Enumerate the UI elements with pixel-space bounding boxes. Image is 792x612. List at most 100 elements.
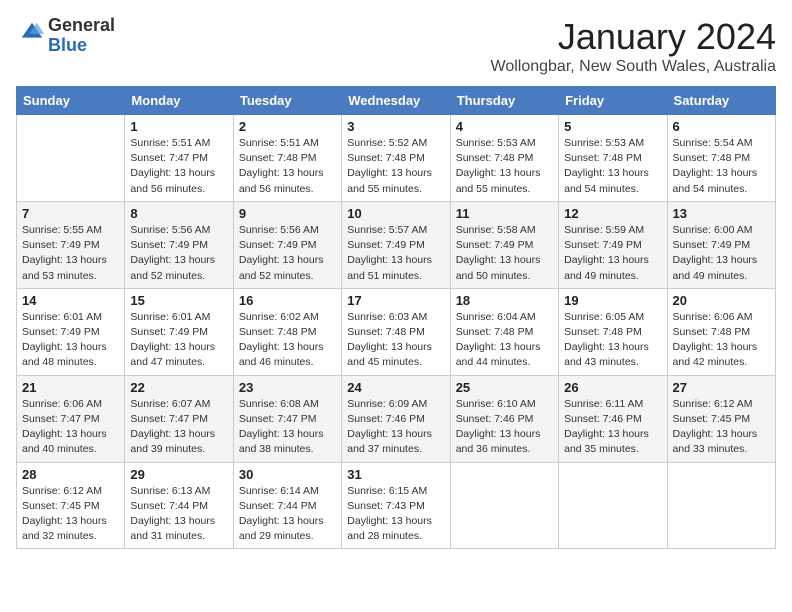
cell-info: Sunrise: 5:52 AMSunset: 7:48 PMDaylight:… xyxy=(347,137,432,195)
calendar-cell: 14 Sunrise: 6:01 AMSunset: 7:49 PMDaylig… xyxy=(17,288,125,375)
logo-icon xyxy=(18,19,46,47)
cell-date: 24 xyxy=(347,380,444,395)
month-title: January 2024 xyxy=(491,16,776,58)
cell-info: Sunrise: 6:11 AMSunset: 7:46 PMDaylight:… xyxy=(564,398,649,456)
calendar-cell: 19 Sunrise: 6:05 AMSunset: 7:48 PMDaylig… xyxy=(559,288,667,375)
calendar-cell: 10 Sunrise: 5:57 AMSunset: 7:49 PMDaylig… xyxy=(342,201,450,288)
cell-date: 12 xyxy=(564,206,661,221)
week-row-1: 1 Sunrise: 5:51 AMSunset: 7:47 PMDayligh… xyxy=(17,115,776,202)
cell-info: Sunrise: 5:57 AMSunset: 7:49 PMDaylight:… xyxy=(347,224,432,282)
calendar-cell xyxy=(450,462,558,549)
calendar-cell: 5 Sunrise: 5:53 AMSunset: 7:48 PMDayligh… xyxy=(559,115,667,202)
cell-date: 15 xyxy=(130,293,227,308)
cell-info: Sunrise: 6:06 AMSunset: 7:47 PMDaylight:… xyxy=(22,398,107,456)
calendar-cell: 31 Sunrise: 6:15 AMSunset: 7:43 PMDaylig… xyxy=(342,462,450,549)
cell-info: Sunrise: 6:09 AMSunset: 7:46 PMDaylight:… xyxy=(347,398,432,456)
cell-info: Sunrise: 6:03 AMSunset: 7:48 PMDaylight:… xyxy=(347,311,432,369)
calendar-cell: 9 Sunrise: 5:56 AMSunset: 7:49 PMDayligh… xyxy=(233,201,341,288)
calendar-cell xyxy=(559,462,667,549)
calendar-table: SundayMondayTuesdayWednesdayThursdayFrid… xyxy=(16,86,776,549)
day-header-friday: Friday xyxy=(559,87,667,115)
calendar-cell: 21 Sunrise: 6:06 AMSunset: 7:47 PMDaylig… xyxy=(17,375,125,462)
cell-info: Sunrise: 6:12 AMSunset: 7:45 PMDaylight:… xyxy=(22,485,107,543)
cell-date: 20 xyxy=(673,293,770,308)
cell-info: Sunrise: 5:56 AMSunset: 7:49 PMDaylight:… xyxy=(130,224,215,282)
cell-info: Sunrise: 6:12 AMSunset: 7:45 PMDaylight:… xyxy=(673,398,758,456)
location-text: Wollongbar, New South Wales, Australia xyxy=(491,58,776,76)
cell-date: 27 xyxy=(673,380,770,395)
cell-date: 7 xyxy=(22,206,119,221)
cell-date: 9 xyxy=(239,206,336,221)
logo: General Blue xyxy=(16,16,115,56)
cell-date: 18 xyxy=(456,293,553,308)
logo-blue-text: Blue xyxy=(48,35,87,55)
cell-info: Sunrise: 6:02 AMSunset: 7:48 PMDaylight:… xyxy=(239,311,324,369)
day-header-saturday: Saturday xyxy=(667,87,775,115)
calendar-cell: 27 Sunrise: 6:12 AMSunset: 7:45 PMDaylig… xyxy=(667,375,775,462)
cell-date: 8 xyxy=(130,206,227,221)
cell-info: Sunrise: 5:51 AMSunset: 7:48 PMDaylight:… xyxy=(239,137,324,195)
calendar-header-row: SundayMondayTuesdayWednesdayThursdayFrid… xyxy=(17,87,776,115)
cell-date: 21 xyxy=(22,380,119,395)
day-header-tuesday: Tuesday xyxy=(233,87,341,115)
day-header-sunday: Sunday xyxy=(17,87,125,115)
week-row-5: 28 Sunrise: 6:12 AMSunset: 7:45 PMDaylig… xyxy=(17,462,776,549)
calendar-cell: 1 Sunrise: 5:51 AMSunset: 7:47 PMDayligh… xyxy=(125,115,233,202)
calendar-cell: 15 Sunrise: 6:01 AMSunset: 7:49 PMDaylig… xyxy=(125,288,233,375)
cell-date: 26 xyxy=(564,380,661,395)
calendar-cell: 17 Sunrise: 6:03 AMSunset: 7:48 PMDaylig… xyxy=(342,288,450,375)
cell-info: Sunrise: 5:53 AMSunset: 7:48 PMDaylight:… xyxy=(564,137,649,195)
calendar-cell: 26 Sunrise: 6:11 AMSunset: 7:46 PMDaylig… xyxy=(559,375,667,462)
day-header-thursday: Thursday xyxy=(450,87,558,115)
cell-info: Sunrise: 6:00 AMSunset: 7:49 PMDaylight:… xyxy=(673,224,758,282)
calendar-cell: 25 Sunrise: 6:10 AMSunset: 7:46 PMDaylig… xyxy=(450,375,558,462)
cell-info: Sunrise: 6:10 AMSunset: 7:46 PMDaylight:… xyxy=(456,398,541,456)
week-row-3: 14 Sunrise: 6:01 AMSunset: 7:49 PMDaylig… xyxy=(17,288,776,375)
cell-date: 6 xyxy=(673,119,770,134)
cell-info: Sunrise: 6:06 AMSunset: 7:48 PMDaylight:… xyxy=(673,311,758,369)
calendar-cell: 4 Sunrise: 5:53 AMSunset: 7:48 PMDayligh… xyxy=(450,115,558,202)
calendar-cell: 22 Sunrise: 6:07 AMSunset: 7:47 PMDaylig… xyxy=(125,375,233,462)
calendar-cell xyxy=(17,115,125,202)
cell-date: 3 xyxy=(347,119,444,134)
cell-info: Sunrise: 6:08 AMSunset: 7:47 PMDaylight:… xyxy=(239,398,324,456)
cell-info: Sunrise: 6:04 AMSunset: 7:48 PMDaylight:… xyxy=(456,311,541,369)
calendar-cell: 28 Sunrise: 6:12 AMSunset: 7:45 PMDaylig… xyxy=(17,462,125,549)
cell-info: Sunrise: 6:01 AMSunset: 7:49 PMDaylight:… xyxy=(22,311,107,369)
cell-date: 23 xyxy=(239,380,336,395)
calendar-cell: 12 Sunrise: 5:59 AMSunset: 7:49 PMDaylig… xyxy=(559,201,667,288)
calendar-cell xyxy=(667,462,775,549)
cell-date: 1 xyxy=(130,119,227,134)
cell-info: Sunrise: 5:51 AMSunset: 7:47 PMDaylight:… xyxy=(130,137,215,195)
calendar-cell: 2 Sunrise: 5:51 AMSunset: 7:48 PMDayligh… xyxy=(233,115,341,202)
calendar-cell: 8 Sunrise: 5:56 AMSunset: 7:49 PMDayligh… xyxy=(125,201,233,288)
cell-date: 16 xyxy=(239,293,336,308)
calendar-cell: 13 Sunrise: 6:00 AMSunset: 7:49 PMDaylig… xyxy=(667,201,775,288)
cell-date: 5 xyxy=(564,119,661,134)
calendar-cell: 20 Sunrise: 6:06 AMSunset: 7:48 PMDaylig… xyxy=(667,288,775,375)
page-header: General Blue January 2024 Wollongbar, Ne… xyxy=(16,16,776,76)
cell-date: 4 xyxy=(456,119,553,134)
calendar-cell: 30 Sunrise: 6:14 AMSunset: 7:44 PMDaylig… xyxy=(233,462,341,549)
calendar-cell: 23 Sunrise: 6:08 AMSunset: 7:47 PMDaylig… xyxy=(233,375,341,462)
calendar-cell: 11 Sunrise: 5:58 AMSunset: 7:49 PMDaylig… xyxy=(450,201,558,288)
calendar-cell: 18 Sunrise: 6:04 AMSunset: 7:48 PMDaylig… xyxy=(450,288,558,375)
cell-date: 22 xyxy=(130,380,227,395)
logo-general-text: General xyxy=(48,15,115,35)
calendar-cell: 24 Sunrise: 6:09 AMSunset: 7:46 PMDaylig… xyxy=(342,375,450,462)
cell-info: Sunrise: 6:01 AMSunset: 7:49 PMDaylight:… xyxy=(130,311,215,369)
week-row-4: 21 Sunrise: 6:06 AMSunset: 7:47 PMDaylig… xyxy=(17,375,776,462)
cell-info: Sunrise: 6:15 AMSunset: 7:43 PMDaylight:… xyxy=(347,485,432,543)
cell-date: 19 xyxy=(564,293,661,308)
cell-date: 30 xyxy=(239,467,336,482)
cell-date: 29 xyxy=(130,467,227,482)
cell-info: Sunrise: 6:13 AMSunset: 7:44 PMDaylight:… xyxy=(130,485,215,543)
cell-info: Sunrise: 5:59 AMSunset: 7:49 PMDaylight:… xyxy=(564,224,649,282)
week-row-2: 7 Sunrise: 5:55 AMSunset: 7:49 PMDayligh… xyxy=(17,201,776,288)
cell-date: 2 xyxy=(239,119,336,134)
calendar-cell: 29 Sunrise: 6:13 AMSunset: 7:44 PMDaylig… xyxy=(125,462,233,549)
calendar-cell: 6 Sunrise: 5:54 AMSunset: 7:48 PMDayligh… xyxy=(667,115,775,202)
cell-info: Sunrise: 6:07 AMSunset: 7:47 PMDaylight:… xyxy=(130,398,215,456)
calendar-body: 1 Sunrise: 5:51 AMSunset: 7:47 PMDayligh… xyxy=(17,115,776,549)
cell-info: Sunrise: 6:14 AMSunset: 7:44 PMDaylight:… xyxy=(239,485,324,543)
